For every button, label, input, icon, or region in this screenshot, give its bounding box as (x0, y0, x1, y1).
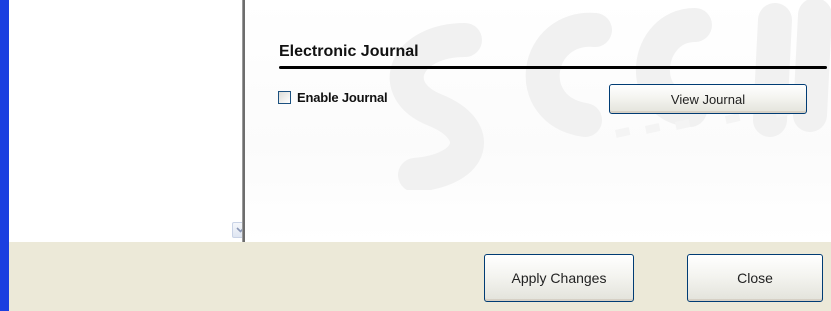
enable-journal-checkbox[interactable] (278, 90, 291, 104)
view-journal-button[interactable]: View Journal (609, 84, 807, 114)
footer-bar: Apply Changes Close (9, 242, 831, 311)
journal-settings-panel: Electronic Journal Enable Journal View J… (245, 0, 831, 242)
section-divider (279, 66, 827, 69)
enable-journal-label[interactable]: Enable Journal (297, 90, 388, 105)
enable-journal-option[interactable]: Enable Journal (278, 89, 388, 105)
settings-window: Electronic Journal Enable Journal View J… (0, 0, 831, 311)
left-accent-bar (0, 0, 9, 311)
section-title: Electronic Journal (279, 43, 419, 60)
apply-changes-button[interactable]: Apply Changes (484, 254, 634, 302)
navigation-panel[interactable] (9, 0, 248, 242)
close-button[interactable]: Close (687, 254, 823, 302)
